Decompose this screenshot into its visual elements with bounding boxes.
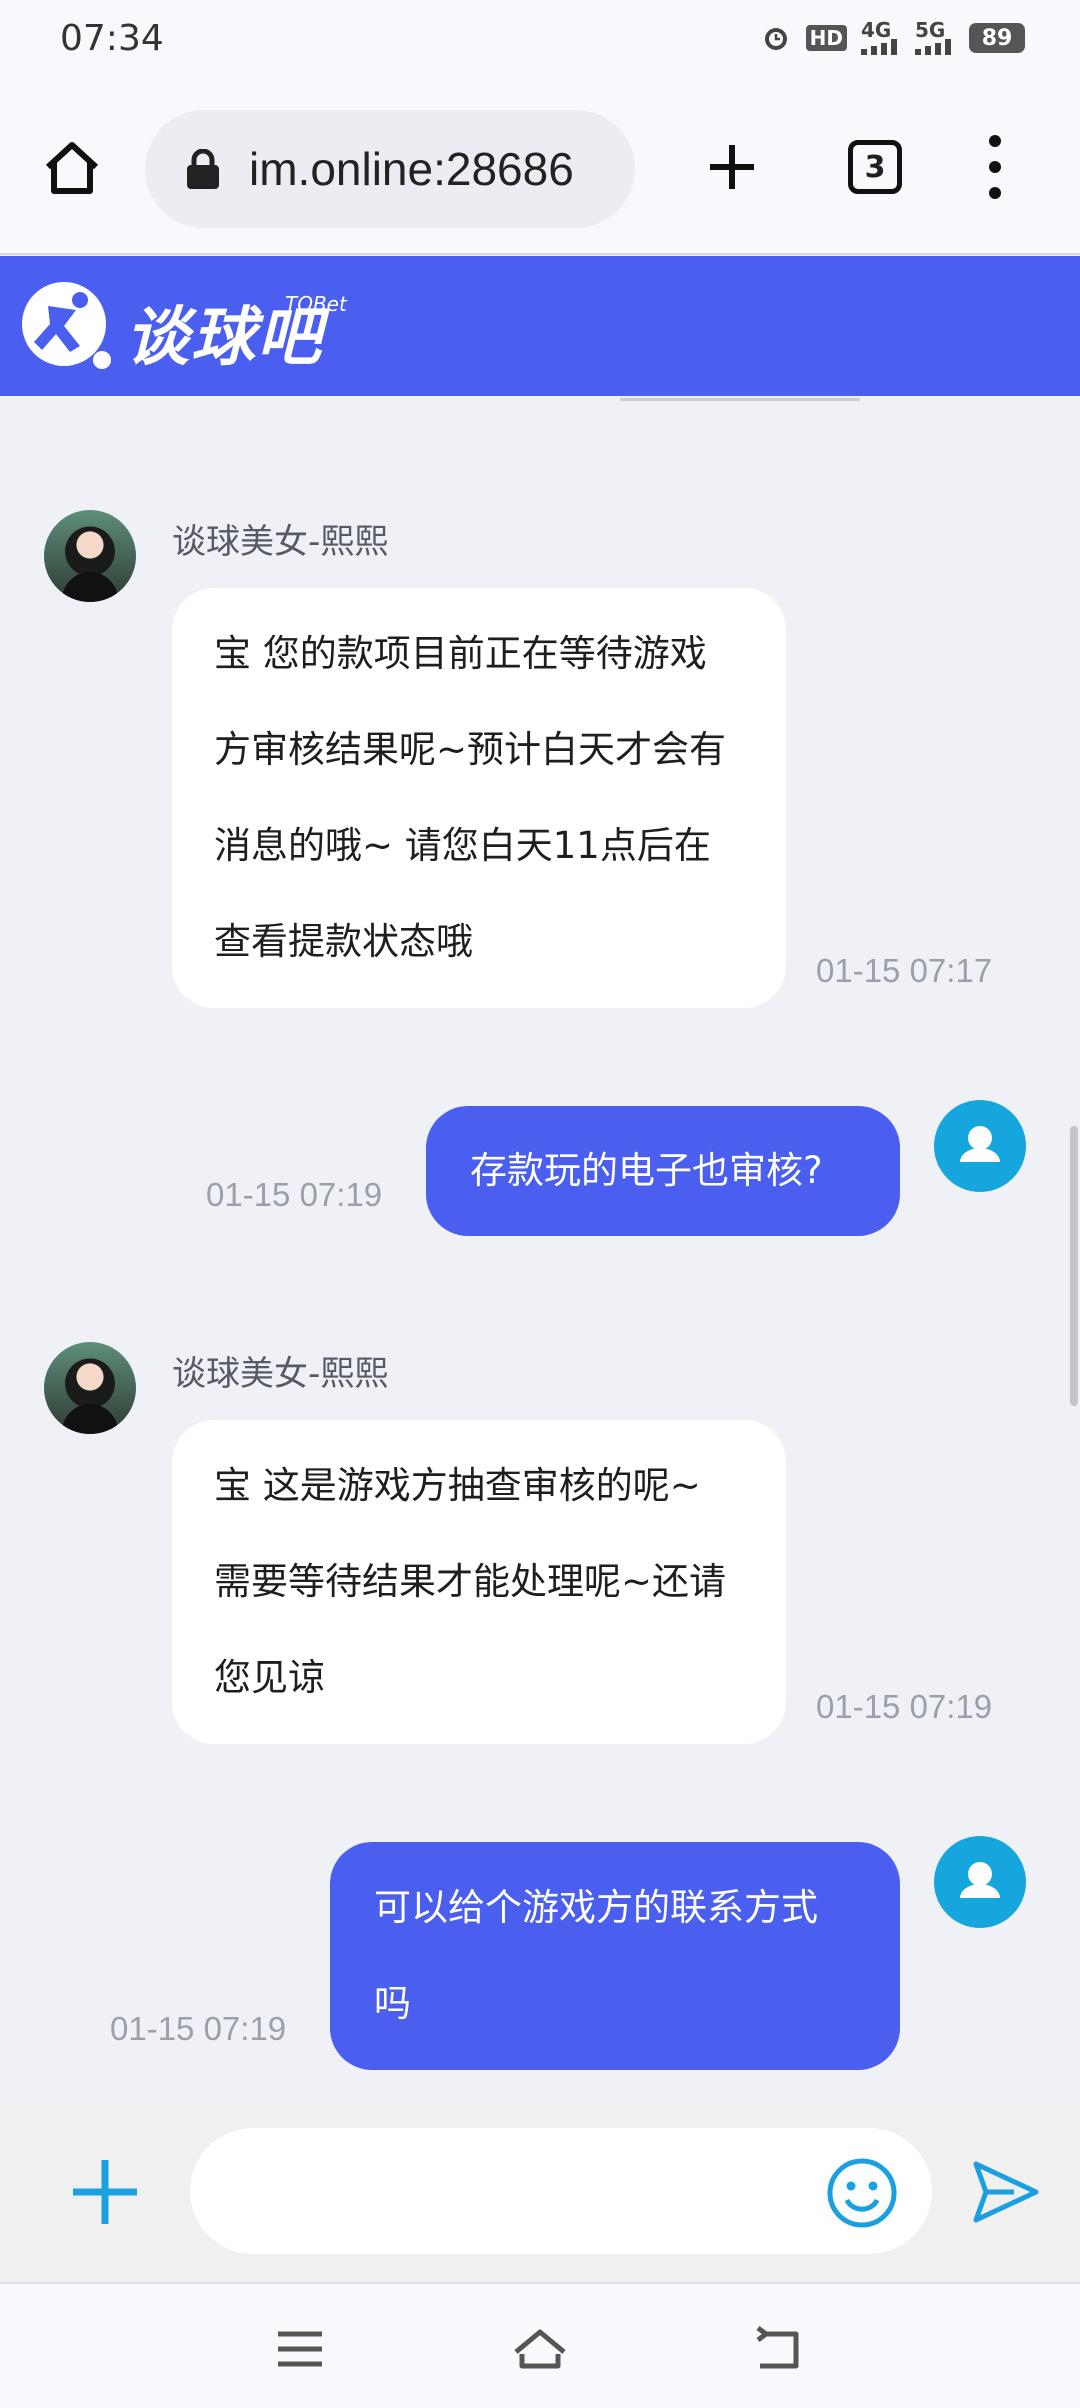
browser-toolbar: im.online:28686 3 [0,80,1080,255]
user-avatar[interactable] [934,1836,1026,1928]
back-button[interactable] [752,2324,808,2374]
message-timestamp: 01-15 07:19 [110,2010,287,2047]
home-nav-button[interactable] [510,2324,570,2374]
status-icons: HD 4G 5G 89 [760,20,1025,56]
scrollbar[interactable] [1070,1126,1078,1406]
message-timestamp: 01-15 07:17 [816,952,993,989]
browser-menu-button[interactable] [980,135,1010,199]
hd-icon: HD [805,25,847,51]
message-line: 查看提款状态哦 [214,920,473,963]
send-button[interactable] [968,2154,1044,2230]
divider [620,398,860,401]
tab-switcher-button[interactable]: 3 [848,140,902,194]
incoming-message-bubble: 宝 您的款项目前正在等待游戏 方审核结果呢~预计白天才会有 消息的哦~ 请您白天… [172,588,786,1008]
message-line: 消息的哦~ 请您白天11点后在 [214,824,711,867]
message-line: 存款玩的电子也审核? [470,1149,823,1192]
menu-dot-icon [989,187,1001,199]
logo-icon [22,282,111,369]
sender-name: 谈球美女-熙熙 [172,1354,389,1394]
new-tab-button[interactable] [700,135,764,199]
back-icon [756,2326,799,2369]
message-line: 方审核结果呢~预计白天才会有 [214,728,727,771]
message-line: 需要等待结果才能处理呢~还请 [214,1560,727,1603]
user-icon [960,1862,1000,1898]
site-header: 谈球吧 TQBet [0,256,1080,396]
emoji-button[interactable] [825,2156,899,2230]
message-timestamp: 01-15 07:19 [816,1688,993,1725]
address-bar[interactable]: im.online:28686 [145,110,635,228]
message-line: 可以给个游戏方的联系方式 [374,1886,818,1929]
plus-icon [73,2160,137,2224]
agent-avatar[interactable] [44,1342,136,1434]
home-icon [514,2329,566,2369]
outgoing-message-bubble: 存款玩的电子也审核? [426,1106,900,1236]
recents-button[interactable] [272,2324,328,2374]
agent-avatar[interactable] [44,510,136,602]
chat-input-bar [0,2102,1080,2284]
sender-name: 谈球美女-熙熙 [172,522,389,562]
message-line: 吗 [374,1982,411,2025]
signal-5g-icon: 5G [915,20,955,56]
smiley-icon [827,2158,897,2228]
outgoing-message-bubble: 可以给个游戏方的联系方式 吗 [330,1842,900,2070]
plus-icon [710,145,754,189]
home-button[interactable] [40,135,104,199]
user-avatar[interactable] [934,1100,1026,1192]
menu-dot-icon [989,161,1001,173]
incoming-message-bubble: 宝 这是游戏方抽查审核的呢~ 需要等待结果才能处理呢~还请 您见谅 [172,1420,786,1744]
message-line: 宝 这是游戏方抽查审核的呢~ [214,1464,701,1507]
signal-4g-icon: 4G [861,20,901,56]
system-nav-bar [0,2284,1080,2408]
message-timestamp: 01-15 07:19 [206,1176,383,1213]
url-text: im.online:28686 [249,143,574,195]
chat-area[interactable]: 谈球美女-熙熙 宝 您的款项目前正在等待游戏 方审核结果呢~预计白天才会有 消息… [0,396,1080,2102]
message-line: 宝 您的款项目前正在等待游戏 [214,632,707,675]
home-icon [45,142,99,194]
user-icon [960,1126,1000,1162]
menu-dot-icon [989,135,1001,147]
net-5g-label: 5G [915,18,946,42]
message-line: 您见谅 [214,1656,325,1699]
status-bar: 07:34 HD 4G 5G 89 [0,0,1080,80]
lock-icon [187,149,219,189]
message-input[interactable] [190,2128,932,2254]
status-time: 07:34 [60,18,164,59]
alarm-icon [760,20,792,56]
send-icon [973,2161,1039,2223]
net-4g-label: 4G [861,18,892,42]
battery-indicator: 89 [969,23,1025,53]
attach-button[interactable] [65,2152,145,2232]
logo-subtext: TQBet [285,292,347,316]
menu-icon [278,2331,322,2367]
